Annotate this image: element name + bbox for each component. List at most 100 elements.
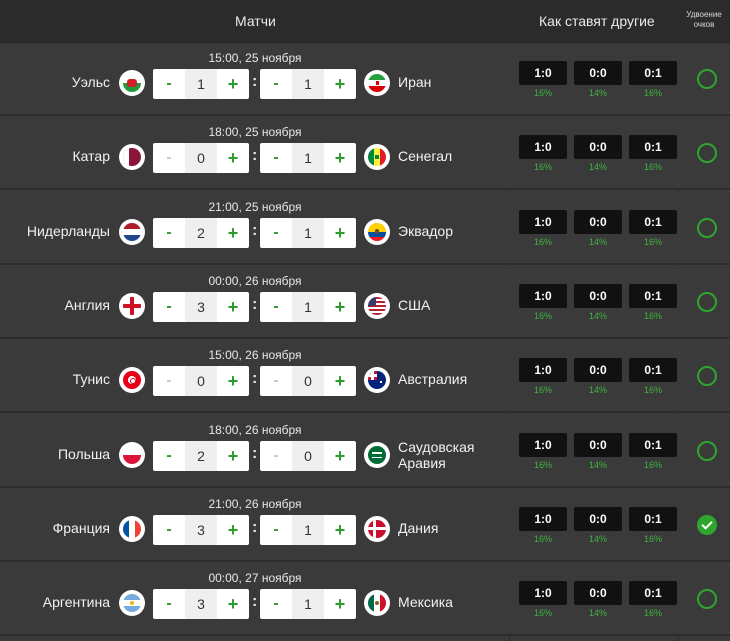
home-team-name: Уэльс (71, 74, 110, 90)
score-separator: : (252, 295, 258, 313)
away-score-increment-button[interactable]: + (324, 515, 356, 545)
away-score-stepper: -1 + (260, 217, 356, 248)
popular-pick-score[interactable]: 0:1 (629, 358, 677, 383)
away-score-decrement-button[interactable]: - (260, 143, 292, 173)
double-points-toggle[interactable] (697, 143, 717, 164)
popular-pick-score[interactable]: 1:0 (519, 135, 567, 160)
away-score-increment-button[interactable]: + (324, 292, 356, 322)
popular-pick-score[interactable]: 0:1 (629, 506, 677, 531)
home-score-decrement-button[interactable]: - (153, 515, 185, 545)
netherlands-flag-icon (119, 218, 145, 245)
score-separator: : (252, 147, 258, 165)
away-score-increment-button[interactable]: + (324, 366, 356, 396)
home-score-increment-button[interactable]: + (217, 69, 249, 99)
wales-flag-icon (119, 70, 145, 96)
popular-pick-percent: 16% (533, 162, 552, 173)
popular-pick-score[interactable]: 0:0 (574, 432, 622, 457)
away-score-stepper: -1 + (260, 291, 356, 322)
away-score-increment-button[interactable]: + (324, 143, 356, 173)
popular-pick-score[interactable]: 1:0 (519, 283, 567, 308)
home-score-stepper: -3 + (153, 514, 249, 545)
popular-pick-score[interactable]: 1:0 (519, 358, 567, 383)
popular-pick-score[interactable]: 1:0 (519, 432, 567, 457)
home-score-decrement-button[interactable]: - (153, 143, 185, 173)
popular-pick-score[interactable]: 0:1 (629, 432, 677, 457)
away-team-name: Мексика (398, 594, 453, 611)
popular-pick-score[interactable]: 1:0 (519, 61, 567, 85)
popular-pick-percent: 14% (588, 533, 607, 544)
double-points-toggle[interactable] (697, 514, 717, 535)
popular-pick-score[interactable]: 1:0 (519, 209, 567, 234)
away-team-name: Иран (398, 74, 432, 90)
double-points-toggle[interactable] (697, 291, 717, 312)
home-score-increment-button[interactable]: + (217, 292, 249, 322)
popular-pick-percent: 16% (643, 236, 662, 247)
away-score-value: 1 (292, 514, 324, 545)
mexico-flag-icon (364, 590, 390, 617)
home-team-name: Тунис (72, 371, 110, 388)
home-score-increment-button[interactable]: + (217, 441, 249, 471)
popular-pick-score[interactable]: 0:1 (629, 283, 677, 308)
popular-pick-score[interactable]: 0:1 (629, 209, 677, 234)
home-score-increment-button[interactable]: + (217, 143, 249, 173)
away-score-stepper: -1 + (260, 69, 356, 99)
popular-pick-score[interactable]: 0:0 (574, 506, 622, 531)
home-score-increment-button[interactable]: + (217, 515, 249, 545)
iran-flag-icon (364, 70, 390, 96)
double-points-toggle[interactable] (697, 589, 717, 610)
popular-pick-percent: 16% (643, 385, 662, 396)
away-team-name: Дания (398, 519, 439, 536)
double-points-toggle[interactable] (697, 366, 717, 387)
away-score-increment-button[interactable]: + (324, 69, 356, 99)
away-score-decrement-button[interactable]: - (260, 441, 292, 471)
home-score-decrement-button[interactable]: - (153, 589, 185, 619)
popular-pick-score[interactable]: 0:1 (629, 61, 677, 85)
home-score-stepper: -1 + (153, 69, 249, 99)
away-score-increment-button[interactable]: + (324, 589, 356, 619)
away-score-value: 0 (292, 366, 324, 397)
popular-pick-score[interactable]: 0:0 (574, 61, 622, 85)
match-row: 00:00, 27 ноября Аргентина -3 +: -1 + Мексика 1… (0, 563, 730, 637)
away-team-name: США (398, 296, 431, 313)
double-points-toggle[interactable] (697, 217, 717, 238)
match-row: 21:00, 26 ноября Франция -3 +: -1 + Дания 1:0 16… (0, 488, 730, 562)
away-score-decrement-button[interactable]: - (260, 366, 292, 396)
double-points-toggle[interactable] (697, 69, 717, 89)
popular-pick-score[interactable]: 0:0 (574, 135, 622, 160)
home-score-increment-button[interactable]: + (217, 366, 249, 396)
popular-pick-score[interactable]: 0:0 (574, 358, 622, 383)
match-time: 00:00, 26 ноября (208, 273, 302, 288)
home-score-decrement-button[interactable]: - (153, 366, 185, 396)
popular-pick-score[interactable]: 1:0 (519, 506, 567, 531)
popular-pick-score[interactable]: 0:0 (574, 581, 622, 606)
match-row: 00:00, 26 ноября Англия -3 +: -1 + США 1:0 16% 0:… (0, 265, 730, 339)
home-score-decrement-button[interactable]: - (153, 69, 185, 99)
away-score-decrement-button[interactable]: - (260, 589, 292, 619)
away-score-decrement-button[interactable]: - (260, 292, 292, 322)
popular-pick-score[interactable]: 0:1 (629, 581, 677, 606)
away-score-increment-button[interactable]: + (324, 218, 356, 248)
popular-pick-score[interactable]: 1:0 (519, 581, 567, 606)
away-score-decrement-button[interactable]: - (260, 515, 292, 545)
away-score-decrement-button[interactable]: - (260, 69, 292, 99)
away-score-value: 1 (292, 143, 324, 174)
away-score-increment-button[interactable]: + (324, 441, 356, 471)
popular-pick-percent: 16% (643, 608, 662, 619)
popular-pick-score[interactable]: 0:0 (574, 283, 622, 308)
home-score-decrement-button[interactable]: - (153, 218, 185, 248)
home-score-decrement-button[interactable]: - (153, 292, 185, 322)
away-team-name: Эквадор (398, 222, 453, 239)
popular-pick-score[interactable]: 0:0 (574, 209, 622, 234)
popular-pick-score[interactable]: 0:1 (629, 135, 677, 160)
popular-pick-percent: 14% (588, 310, 607, 321)
home-score-increment-button[interactable]: + (217, 218, 249, 248)
home-score-decrement-button[interactable]: - (153, 441, 185, 471)
score-separator: : (252, 221, 258, 239)
away-score-decrement-button[interactable]: - (260, 218, 292, 248)
denmark-flag-icon (364, 515, 390, 542)
home-team-name: Аргентина (42, 594, 110, 611)
away-score-value: 0 (292, 440, 324, 471)
match-time: 18:00, 26 ноября (208, 422, 302, 437)
home-score-increment-button[interactable]: + (217, 589, 249, 619)
double-points-toggle[interactable] (697, 440, 717, 461)
